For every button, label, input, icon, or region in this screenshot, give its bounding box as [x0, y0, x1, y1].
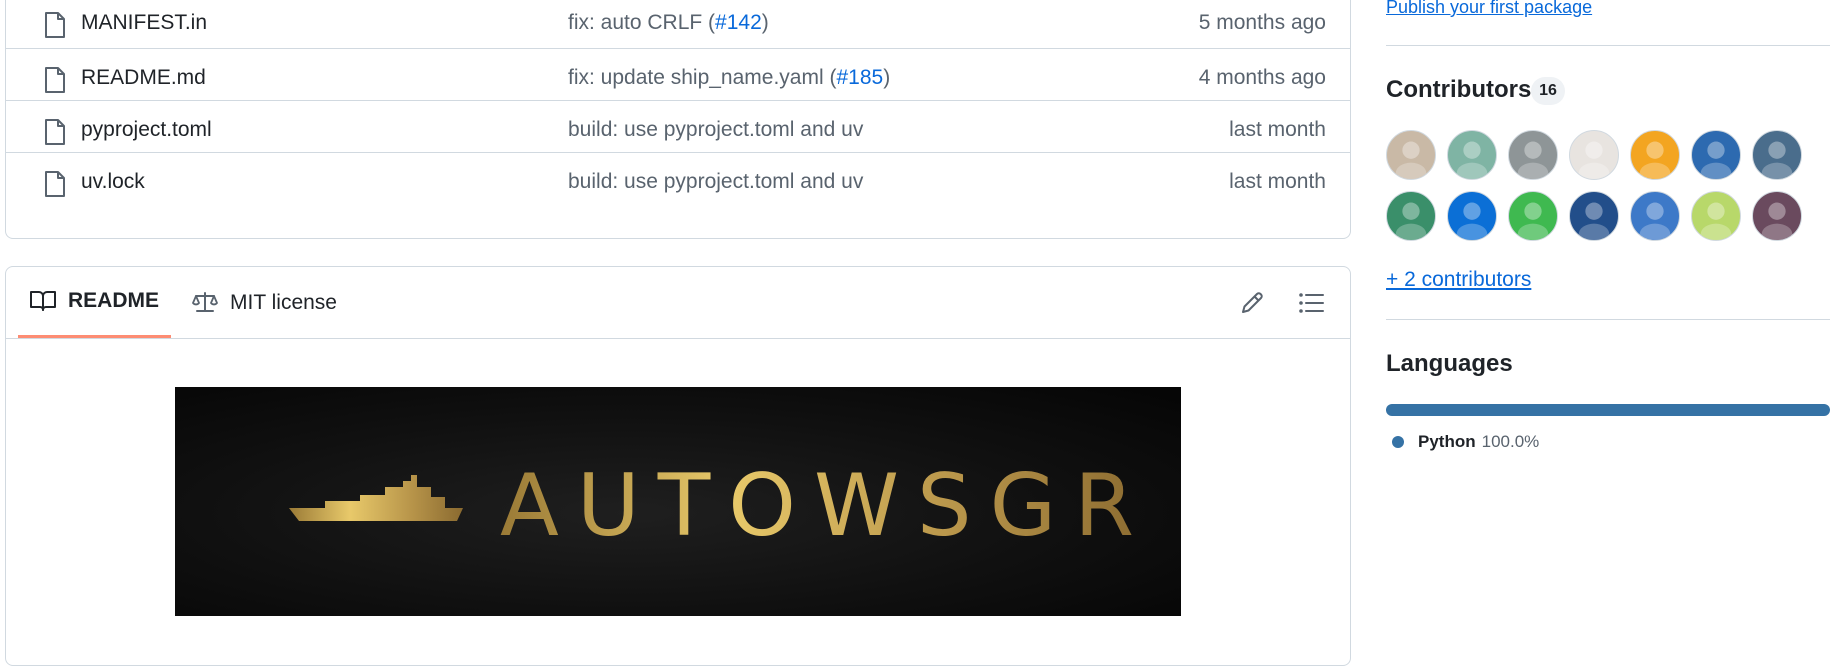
file-table: MANIFEST.in fix: auto CRLF (#142) 5 mont… — [5, 0, 1351, 239]
file-icon — [45, 12, 65, 38]
avatar-cat-photo[interactable] — [1386, 130, 1436, 180]
file-name-link[interactable]: MANIFEST.in — [81, 11, 207, 35]
languages-title: Languages — [1386, 350, 1513, 377]
language-bar[interactable] — [1386, 404, 1830, 416]
tab-license[interactable]: MIT license — [186, 267, 343, 338]
pr-link[interactable]: #142 — [715, 11, 762, 34]
readme-panel: README MIT license AUTOWSGR — [5, 266, 1351, 666]
avatar-blue-cat[interactable] — [1691, 130, 1741, 180]
file-icon — [45, 119, 65, 145]
avatar-green-pixel[interactable] — [1691, 191, 1741, 241]
commit-time[interactable]: last month — [1229, 118, 1326, 142]
avatar-green-blocks[interactable] — [1508, 191, 1558, 241]
book-icon — [30, 291, 56, 311]
commit-time[interactable]: last month — [1229, 170, 1326, 194]
file-name-link[interactable]: uv.lock — [81, 170, 145, 194]
language-name: Python — [1418, 432, 1476, 451]
avatar-p-sign[interactable] — [1630, 130, 1680, 180]
avatar-cat-sketch[interactable] — [1752, 130, 1802, 180]
avatar-statue[interactable] — [1508, 130, 1558, 180]
readme-banner-image: AUTOWSGR — [175, 387, 1181, 616]
file-name-link[interactable]: README.md — [81, 66, 206, 90]
commit-time[interactable]: 5 months ago — [1199, 11, 1326, 35]
more-contributors-link[interactable]: + 2 contributors — [1386, 268, 1531, 292]
commit-time[interactable]: 4 months ago — [1199, 66, 1326, 90]
divider — [1386, 45, 1830, 46]
list-icon[interactable] — [1297, 289, 1325, 317]
commit-message[interactable]: fix: auto CRLF (#142) — [568, 11, 769, 35]
language-color-dot — [1392, 436, 1404, 448]
pencil-icon[interactable] — [1238, 289, 1266, 317]
commit-text[interactable]: build: use pyproject.toml and uv — [568, 170, 863, 193]
language-item-python[interactable]: Python 100.0% — [1392, 432, 1539, 452]
autowsgr-logo: AUTOWSGR — [289, 456, 1152, 556]
file-row[interactable]: uv.lock build: use pyproject.toml and uv… — [6, 152, 1350, 213]
tab-readme-label: README — [68, 289, 160, 312]
file-icon — [45, 171, 65, 197]
commit-suffix: ) — [883, 66, 891, 89]
commit-message[interactable]: build: use pyproject.toml and uv — [568, 170, 863, 194]
avatar-blue-bird[interactable] — [1630, 191, 1680, 241]
contributors-title[interactable]: Contributors — [1386, 76, 1531, 104]
commit-text[interactable]: build: use pyproject.toml and uv — [568, 118, 863, 141]
avatar-robot-green[interactable] — [1386, 191, 1436, 241]
avatar-ruler-sketch[interactable] — [1447, 130, 1497, 180]
avatar-bot-blue[interactable] — [1447, 191, 1497, 241]
repo-sidebar: Publish your first package Contributors … — [1386, 0, 1841, 648]
law-icon — [192, 291, 218, 312]
avatar-anime-white[interactable] — [1569, 130, 1619, 180]
commit-text[interactable]: fix: update ship_name.yaml ( — [568, 66, 836, 89]
readme-header: README MIT license — [6, 267, 1350, 339]
ship-icon — [289, 475, 463, 521]
commit-message[interactable]: build: use pyproject.toml and uv — [568, 118, 863, 142]
banner-text: AUTOWSGR — [500, 456, 1152, 556]
language-percent: 100.0% — [1481, 432, 1540, 451]
commit-suffix: ) — [761, 11, 769, 34]
publish-package-link[interactable]: Publish your first package — [1386, 0, 1592, 18]
file-icon — [45, 67, 65, 93]
tab-readme[interactable]: README — [18, 267, 172, 338]
commit-message[interactable]: fix: update ship_name.yaml (#185) — [568, 66, 890, 90]
commit-text[interactable]: fix: auto CRLF ( — [568, 11, 715, 34]
contributors-count-badge: 16 — [1531, 77, 1565, 105]
pr-link[interactable]: #185 — [836, 66, 883, 89]
tab-license-label: MIT license — [230, 290, 337, 314]
avatar-anime-girl[interactable] — [1752, 191, 1802, 241]
avatar-blue-emblem[interactable] — [1569, 191, 1619, 241]
divider — [1386, 319, 1830, 320]
file-name-link[interactable]: pyproject.toml — [81, 118, 212, 142]
